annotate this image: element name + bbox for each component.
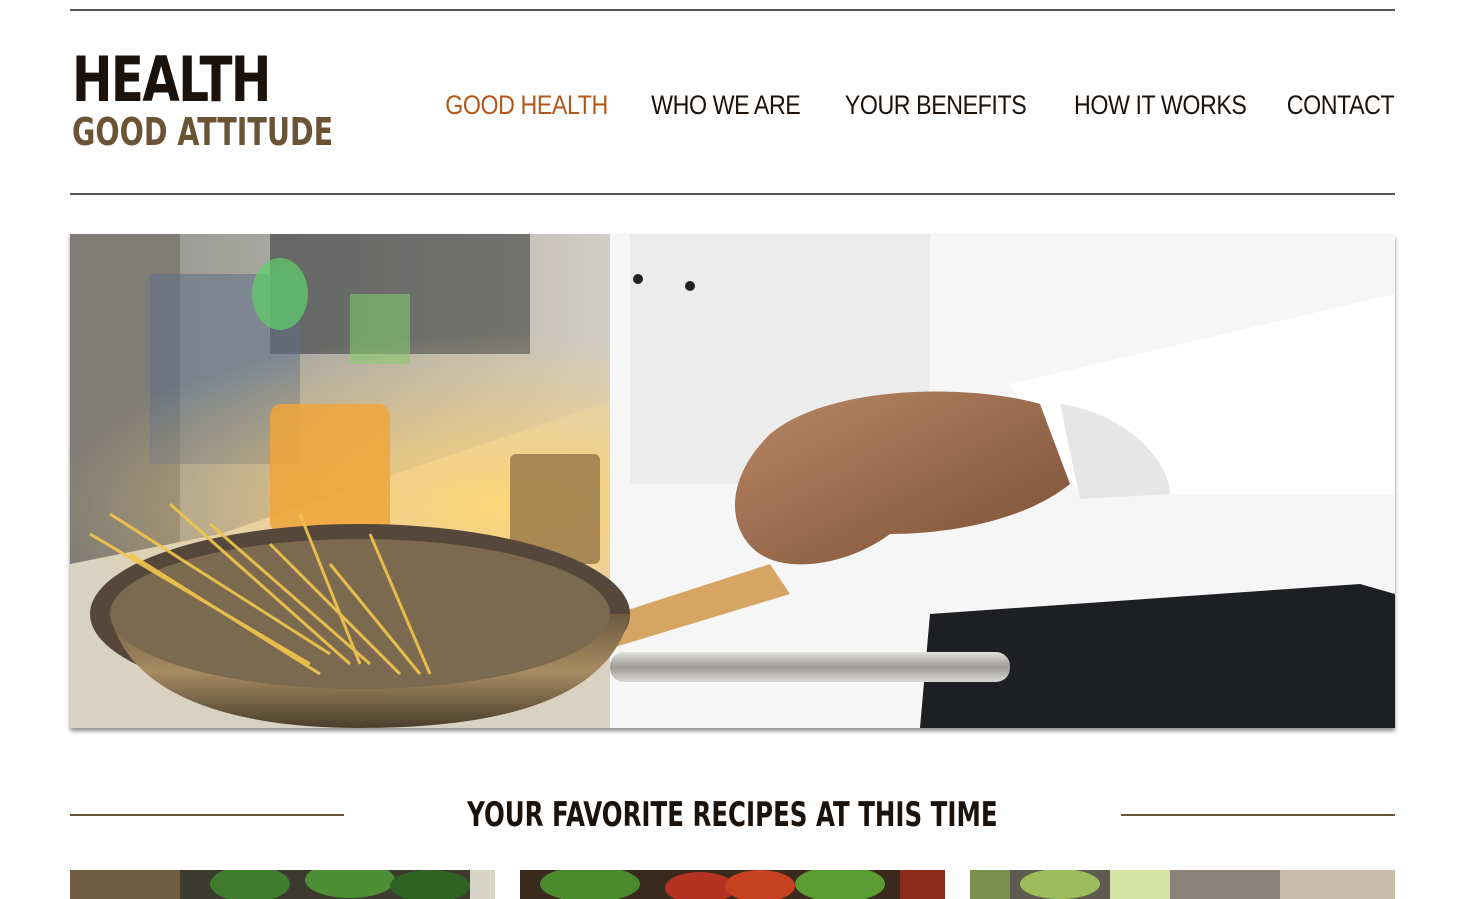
section-title-left-rule — [70, 814, 345, 816]
logo-title: HEALTH — [72, 43, 271, 116]
recipes-section-header: YOUR FAVORITE RECIPES AT THIS TIME — [70, 792, 1395, 838]
header-top-rule — [70, 9, 1395, 11]
nav-item-your-benefits[interactable]: YOUR BENEFITS — [845, 86, 1027, 124]
logo-subtitle: GOOD ATTITUDE — [72, 110, 334, 154]
nav-item-contact[interactable]: CONTACT — [1287, 86, 1395, 124]
recipe-card-image[interactable] — [970, 870, 1395, 899]
site-logo[interactable]: HEALTH GOOD ATTITUDE — [72, 42, 334, 154]
header-bottom-rule — [70, 193, 1395, 195]
section-title: YOUR FAVORITE RECIPES AT THIS TIME — [467, 795, 998, 835]
recipe-card-image[interactable] — [70, 870, 495, 899]
section-title-right-rule — [1120, 814, 1395, 816]
nav-item-who-we-are[interactable]: WHO WE ARE — [651, 86, 801, 124]
main-nav: GOOD HEALTH WHO WE ARE YOUR BENEFITS HOW… — [440, 86, 1395, 124]
recipe-cards — [70, 870, 1395, 899]
nav-item-how-it-works[interactable]: HOW IT WORKS — [1074, 86, 1247, 124]
nav-item-good-health[interactable]: GOOD HEALTH — [445, 86, 608, 124]
recipe-card-image[interactable] — [520, 870, 945, 899]
hero-image — [70, 234, 1395, 728]
